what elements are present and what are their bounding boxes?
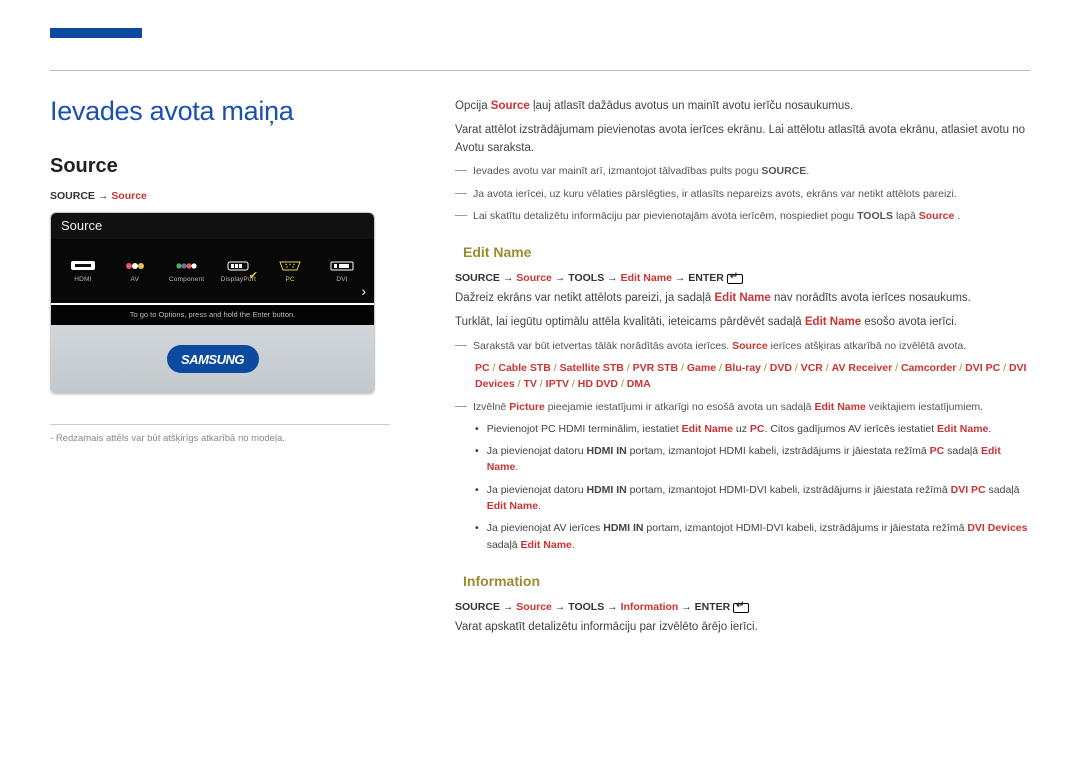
editname-note1: ―Sarakstā var būt ietvertas tālāk norādī… <box>455 338 1030 354</box>
port-dvi[interactable]: DVI <box>316 259 368 283</box>
bc-source-key: SOURCE <box>50 190 95 202</box>
tv-lower-half: SAMSUNG <box>51 325 374 393</box>
editname-note2: ―Izvēlnē Picture pieejamie iestatījumi i… <box>455 399 1030 415</box>
editname-b4: •Ja pievienojat AV ierīces HDMI IN porta… <box>455 520 1030 553</box>
dvi-icon <box>328 259 356 273</box>
enter-icon <box>727 274 743 284</box>
page-title: Ievades avota maiņa <box>50 96 390 127</box>
image-caption: - Redzamais attēls var būt atšķirīgs atk… <box>50 433 390 444</box>
tv-preview: Source HDMI AV Component DisplayPo <box>50 212 375 394</box>
editname-heading: Edit Name <box>455 244 539 260</box>
vga-icon <box>276 259 304 273</box>
editname-p1: Dažreiz ekrāns var netikt attēlots parei… <box>455 290 1030 308</box>
source-heading: Source <box>50 155 390 178</box>
information-heading: Information <box>455 573 548 589</box>
editname-devices: PC / Cable STB / Satellite STB / PVR STB… <box>455 360 1030 393</box>
editname-b2: •Ja pievienojat datoru HDMI IN portam, i… <box>455 443 1030 476</box>
header-rule <box>50 70 1030 71</box>
editname-b3: •Ja pievienojat datoru HDMI IN portam, i… <box>455 482 1030 515</box>
editname-b1: •Pievienojot PC HDMI terminālim, iestati… <box>455 421 1030 437</box>
tv-title: Source <box>51 213 374 239</box>
bc-source-val: Source <box>111 190 147 202</box>
info-p1: Varat apskatīt detalizētu informāciju pa… <box>455 619 1030 637</box>
left-column: Ievades avota maiņa Source SOURCE → Sour… <box>50 96 390 444</box>
enter-icon <box>733 603 749 613</box>
breadcrumb-source: SOURCE → Source <box>50 190 390 202</box>
brand-bar <box>50 28 142 38</box>
page-header <box>50 28 1030 73</box>
av-icon <box>121 259 149 273</box>
port-pc[interactable]: PC <box>264 259 316 283</box>
right-arrow-icon[interactable]: › <box>361 283 366 299</box>
samsung-logo: SAMSUNG <box>167 345 259 373</box>
hdmi-icon <box>69 259 97 273</box>
caption-divider <box>50 424 390 425</box>
tv-help-text: To go to Options, press and hold the Ent… <box>51 305 374 325</box>
port-av[interactable]: AV <box>109 259 161 283</box>
port-hdmi[interactable]: HDMI <box>57 259 109 283</box>
check-icon: ✔ <box>249 269 258 282</box>
intro-note3: ―Lai skatītu detalizētu informāciju par … <box>455 208 1030 224</box>
intro-note2: ―Ja avota ierīcei, uz kuru vēlaties pārs… <box>455 186 1030 202</box>
bc-information: SOURCE → Source → TOOLS → Information → … <box>455 601 1030 613</box>
component-icon <box>173 259 201 273</box>
intro-p2: Varat attēlot izstrādājumam pievienotas … <box>455 122 1030 158</box>
intro-note1: ―Ievades avotu var mainīt arī, izmantojo… <box>455 163 1030 179</box>
editname-p2: Turklāt, lai iegūtu optimālu attēla kval… <box>455 314 1030 332</box>
right-column: Opcija Source ļauj atlasīt dažādus avotu… <box>455 98 1030 643</box>
bc-editname: SOURCE → Source → TOOLS → Edit Name → EN… <box>455 272 1030 284</box>
intro-p1: Opcija Source ļauj atlasīt dažādus avotu… <box>455 98 1030 116</box>
port-component[interactable]: Component <box>161 259 213 283</box>
